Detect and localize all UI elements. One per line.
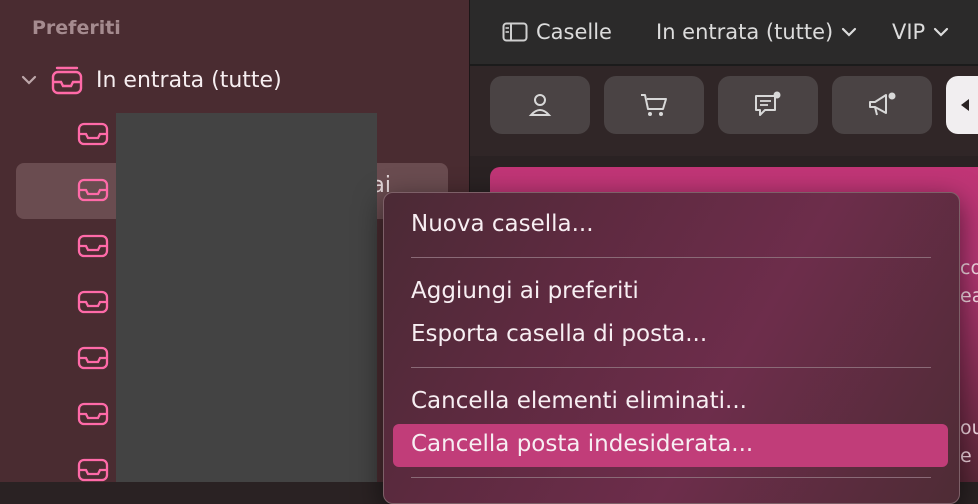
- mailboxes-button[interactable]: Caselle: [502, 20, 612, 44]
- inbox-icon: [77, 402, 109, 426]
- vip-label: VIP: [892, 20, 926, 44]
- category-bar: [470, 66, 978, 156]
- inbox-icon: [77, 234, 109, 258]
- chevron-down-icon[interactable]: [20, 71, 38, 89]
- inbox-icon: [77, 458, 109, 482]
- menu-item-add-to-favorites[interactable]: Aggiungi ai preferiti: [411, 278, 639, 304]
- promo-text-fragment: e: [960, 445, 972, 467]
- promo-text-fragment: ou: [960, 417, 978, 439]
- category-promotions-button[interactable]: [832, 76, 932, 134]
- category-updates-button[interactable]: [718, 76, 818, 134]
- promo-text-fragment: ea: [960, 285, 978, 307]
- category-icon: [961, 99, 969, 111]
- sidebar-toggle-icon: [502, 22, 528, 42]
- inbox-stack-icon: [51, 66, 83, 95]
- menu-item-erase-junk[interactable]: Cancella posta indesiderata...: [411, 431, 753, 457]
- inbox-icon: [77, 178, 109, 202]
- person-icon: [528, 94, 552, 116]
- chevron-down-icon: [934, 27, 949, 37]
- chevron-down-icon: [842, 27, 857, 37]
- inbox-icon: [77, 122, 109, 146]
- menu-separator: [411, 257, 931, 258]
- category-primary-button[interactable]: [490, 76, 590, 134]
- cart-icon: [641, 94, 667, 116]
- category-transactions-button[interactable]: [604, 76, 704, 134]
- sidebar-item-label: In entrata (tutte): [96, 67, 282, 93]
- inbox-icon: [77, 290, 109, 314]
- inbox-filter-label: In entrata (tutte): [656, 20, 834, 44]
- favorites-section-title: Preferiti: [32, 17, 121, 39]
- sidebar-item-inbox-all[interactable]: In entrata (tutte): [20, 60, 282, 100]
- redacted-block: [116, 113, 377, 482]
- menu-item-export-mailbox[interactable]: Esporta casella di posta...: [411, 321, 707, 347]
- menu-item-erase-deleted[interactable]: Cancella elementi eliminati...: [411, 388, 747, 414]
- menu-separator: [411, 367, 931, 368]
- category-active-button[interactable]: [946, 76, 978, 134]
- message-icon: [755, 91, 781, 116]
- toolbar: Caselle In entrata (tutte) VIP: [470, 0, 978, 66]
- promo-text-fragment: co: [960, 257, 978, 279]
- inbox-icon: [77, 346, 109, 370]
- context-menu: Nuova casella... Aggiungi ai preferiti E…: [383, 192, 960, 504]
- menu-item-new-mailbox[interactable]: Nuova casella...: [411, 211, 594, 237]
- megaphone-icon: [869, 92, 896, 116]
- mailboxes-label: Caselle: [536, 20, 612, 44]
- inbox-filter-button[interactable]: In entrata (tutte): [656, 20, 857, 44]
- menu-separator: [411, 477, 931, 478]
- vip-button[interactable]: VIP: [892, 20, 949, 44]
